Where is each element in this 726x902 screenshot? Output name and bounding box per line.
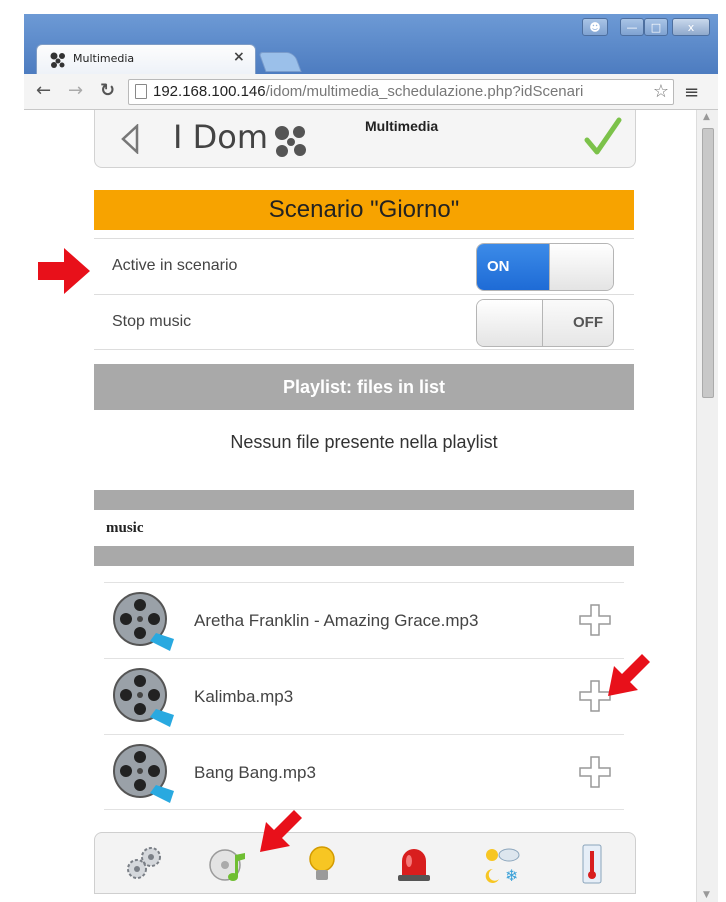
scroll-up-icon[interactable]: ▲ [703, 112, 710, 122]
alarm-siren-icon[interactable] [393, 843, 435, 885]
scrollbar-thumb[interactable] [702, 128, 714, 398]
toggle-state: OFF [573, 314, 603, 331]
settings-gears-icon[interactable] [123, 843, 165, 885]
setting-label: Stop music [112, 313, 192, 330]
minimize-icon[interactable]: — [620, 18, 644, 36]
section-title: Multimedia [365, 118, 439, 134]
annotation-arrow-down-left-icon [608, 654, 650, 696]
logo-text: I Dom [173, 118, 268, 156]
browser-toolbar: ← → ↻ 192.168.100.146/idom/multimedia_sc… [24, 74, 718, 110]
divider-bar [94, 546, 634, 566]
close-icon[interactable]: x [672, 18, 710, 36]
app-header: I Dom Multimedia [94, 110, 636, 168]
setting-row-stop-music: Stop music OFF [94, 294, 634, 350]
idom-favicon-icon [50, 52, 65, 68]
back-arrow-icon[interactable]: ← [36, 80, 51, 101]
page-icon [135, 84, 147, 99]
file-name: Kalimba.mp3 [194, 687, 294, 706]
bottom-nav-bar: ❄ [94, 832, 636, 894]
annotation-arrow-down-left-icon [260, 810, 302, 852]
annotation-arrow-right-icon [38, 248, 90, 294]
folder-name: music [106, 520, 144, 536]
tab-close-icon[interactable]: × [233, 49, 245, 65]
person-icon[interactable]: ☻ [582, 18, 608, 36]
list-item: Kalimba.mp3 [104, 658, 624, 734]
scenario-title: Scenario "Giorno" [94, 190, 634, 230]
url-text: 192.168.100.146/idom/multimedia_schedula… [153, 83, 584, 100]
new-tab-button[interactable] [258, 52, 302, 72]
setting-row-active: Active in scenario ON [94, 238, 634, 294]
tab-title: Multimedia [73, 52, 135, 65]
setting-label: Active in scenario [112, 257, 238, 274]
film-reel-icon [113, 592, 174, 651]
idom-logo-icon [275, 126, 306, 157]
add-file-plus-icon[interactable] [578, 755, 612, 789]
browser-window: Multimedia × ☻ — □ x ← → ↻ 192.168.100.1… [24, 14, 718, 902]
file-name: Aretha Franklin - Amazing Grace.mp3 [194, 611, 479, 630]
playlist-header: Playlist: files in list [94, 364, 634, 410]
add-file-plus-icon[interactable] [578, 603, 612, 637]
list-item: Aretha Franklin - Amazing Grace.mp3 [104, 582, 624, 658]
browser-tab[interactable]: Multimedia × [36, 44, 256, 74]
stop-music-toggle[interactable]: OFF [476, 299, 614, 347]
film-reel-icon [113, 744, 174, 803]
confirm-check-icon[interactable] [583, 116, 623, 158]
divider-bar [94, 490, 634, 510]
address-bar[interactable]: 192.168.100.146/idom/multimedia_schedula… [128, 79, 674, 105]
vertical-scrollbar[interactable]: ▲ ▼ [696, 110, 718, 902]
thermometer-icon[interactable] [571, 843, 613, 885]
lights-bulb-icon[interactable] [301, 843, 343, 885]
list-item: Bang Bang.mp3 [104, 734, 624, 810]
weather-icon[interactable]: ❄ [481, 843, 523, 885]
reload-icon[interactable]: ↻ [100, 80, 115, 101]
back-chevron-icon[interactable] [119, 124, 141, 154]
toggle-knob [477, 300, 543, 346]
svg-text:❄: ❄ [505, 866, 518, 885]
film-reel-icon [113, 668, 174, 727]
toggle-knob [549, 244, 613, 290]
tab-strip: Multimedia × ☻ — □ x [24, 14, 718, 74]
playlist-empty-message: Nessun file presente nella playlist [230, 432, 498, 452]
scroll-down-icon[interactable]: ▼ [703, 890, 710, 900]
toggle-state: ON [477, 244, 549, 290]
bookmark-star-icon[interactable]: ☆ [653, 81, 669, 102]
forward-arrow-icon[interactable]: → [68, 80, 83, 101]
active-toggle[interactable]: ON [476, 243, 614, 291]
maximize-icon[interactable]: □ [644, 18, 668, 36]
menu-icon[interactable]: ≡ [684, 82, 699, 103]
page-viewport: I Dom Multimedia Scenario "Giorno" Activ… [24, 110, 696, 902]
multimedia-icon[interactable] [207, 843, 249, 885]
file-name: Bang Bang.mp3 [194, 763, 316, 782]
